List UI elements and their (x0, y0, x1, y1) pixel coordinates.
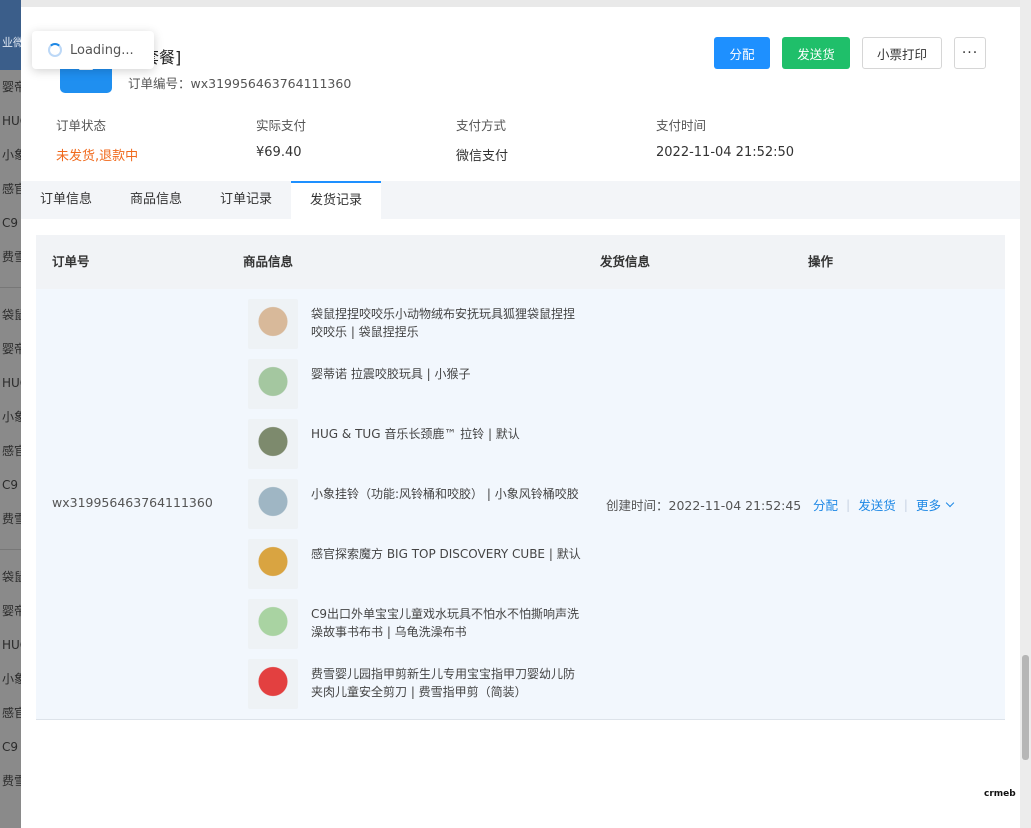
row-actions: 分配 | 发送货 | 更多 (813, 495, 955, 514)
more-actions-button[interactable]: ··· (954, 37, 986, 69)
goods-name: 袋鼠捏捏咬咬乐小动物绒布安抚玩具狐狸袋鼠捏捏咬咬乐 | 袋鼠捏捏乐 (311, 307, 576, 339)
order-number-value: wx319956463764111360 (190, 76, 352, 91)
scrollbar[interactable] (1020, 0, 1031, 828)
goods-name: C9出口外单宝宝儿童戏水玩具不怕水不怕撕响声洗澡故事书布书 | 乌龟洗澡布书 (311, 607, 580, 639)
goods-item: C9出口外单宝宝儿童戏水玩具不怕水不怕撕响声洗澡故事书布书 | 乌龟洗澡布书 (248, 599, 588, 659)
goods-thumbnail (248, 479, 298, 529)
loading-spinner-icon (48, 43, 62, 57)
header-order-no: 订单号 (52, 254, 90, 269)
summary-label: 支付时间 (656, 118, 707, 133)
goods-name: 费雪婴儿园指甲剪新生儿专用宝宝指甲刀婴幼儿防夹肉儿童安全剪刀 | 费雪指甲剪（简… (311, 667, 576, 699)
loading-text: Loading... (70, 42, 134, 58)
goods-item: 袋鼠捏捏咬咬乐小动物绒布安抚玩具狐狸袋鼠捏捏咬咬乐 | 袋鼠捏捏乐 (248, 299, 588, 359)
goods-name: 感官探索魔方 BIG TOP DISCOVERY CUBE | 默认 (311, 547, 581, 561)
row-more-link[interactable]: 更多 (916, 495, 941, 514)
summary-label: 实际支付 (256, 118, 307, 133)
goods-item: 感官探索魔方 BIG TOP DISCOVERY CUBE | 默认 (248, 539, 588, 599)
row-order-no: wx319956463764111360 (52, 495, 213, 510)
summary-value: ¥69.40 (256, 145, 302, 160)
summary-paid: 实际支付 ¥69.40 (256, 115, 306, 160)
table-header: 订单号 商品信息 发货信息 操作 (36, 235, 1005, 289)
goods-item: 小象挂铃（功能:风铃桶和咬胶） | 小象风铃桶咬胶 (248, 479, 588, 539)
table-row: wx319956463764111360 袋鼠捏捏咬咬乐小动物绒布安抚玩具狐狸袋… (36, 289, 1005, 720)
goods-name: 婴蒂诺 拉震咬胶玩具 | 小猴子 (311, 367, 471, 381)
drawer-top-edge (21, 0, 1020, 7)
tab-goods-info[interactable]: 商品信息 (111, 181, 201, 219)
goods-thumbnail (248, 299, 298, 349)
goods-thumbnail (248, 419, 298, 469)
crmeb-logo: crmeb (984, 789, 1016, 799)
order-number-label: 订单编号： (128, 76, 191, 91)
summary-pay-method: 支付方式 微信支付 (456, 115, 508, 164)
ship-info: 创建时间：2022-11-04 21:52:45 (606, 498, 802, 513)
goods-thumbnail (248, 599, 298, 649)
row-ship-link[interactable]: 发送货 (858, 495, 896, 514)
header-goods: 商品信息 (243, 254, 294, 269)
loading-toast: Loading... (32, 31, 154, 69)
summary-value: 2022-11-04 21:52:50 (656, 145, 795, 160)
summary-value: 未发货,退款中 (56, 149, 139, 164)
header-actions: 操作 (808, 254, 834, 269)
goods-thumbnail (248, 539, 298, 589)
goods-name: 小象挂铃（功能:风铃桶和咬胶） | 小象风铃桶咬胶 (311, 487, 579, 501)
summary-pay-time: 支付时间 2022-11-04 21:52:50 (656, 115, 794, 160)
order-summary: 订单状态 未发货,退款中 实际支付 ¥69.40 支付方式 微信支付 支付时间 … (56, 115, 956, 165)
header-ship-info: 发货信息 (600, 254, 651, 269)
goods-name: HUG & TUG 音乐长颈鹿™ 拉铃 | 默认 (311, 427, 520, 441)
goods-item: HUG & TUG 音乐长颈鹿™ 拉铃 | 默认 (248, 419, 588, 479)
summary-status: 订单状态 未发货,退款中 (56, 115, 138, 164)
goods-item: 婴蒂诺 拉震咬胶玩具 | 小猴子 (248, 359, 588, 419)
goods-thumbnail (248, 659, 298, 709)
shipping-table: 订单号 商品信息 发货信息 操作 wx319956463764111360 袋鼠… (36, 235, 1005, 721)
print-receipt-button[interactable]: 小票打印 (862, 37, 942, 69)
scrollbar-thumb[interactable] (1022, 655, 1029, 760)
tab-shipping-log[interactable]: 发货记录 (291, 181, 381, 219)
order-number: 订单编号：wx319956463764111360 (128, 73, 351, 92)
summary-label: 支付方式 (456, 118, 507, 133)
summary-value: 微信支付 (456, 149, 509, 164)
tab-order-log[interactable]: 订单记录 (201, 181, 291, 219)
goods-list: 袋鼠捏捏咬咬乐小动物绒布安抚玩具狐狸袋鼠捏捏咬咬乐 | 袋鼠捏捏乐婴蒂诺 拉震咬… (248, 299, 588, 719)
assign-button[interactable]: 分配 (714, 37, 770, 69)
summary-label: 订单状态 (56, 118, 107, 133)
tab-order-info[interactable]: 订单信息 (21, 181, 111, 219)
goods-item: 费雪婴儿园指甲剪新生儿专用宝宝指甲刀婴幼儿防夹肉儿童安全剪刀 | 费雪指甲剪（简… (248, 659, 588, 719)
ship-button[interactable]: 发送货 (782, 37, 850, 69)
goods-thumbnail (248, 359, 298, 409)
chevron-down-icon[interactable] (945, 498, 955, 507)
detail-tabs: 订单信息 商品信息 订单记录 发货记录 (21, 181, 1020, 219)
row-assign-link[interactable]: 分配 (813, 495, 838, 514)
